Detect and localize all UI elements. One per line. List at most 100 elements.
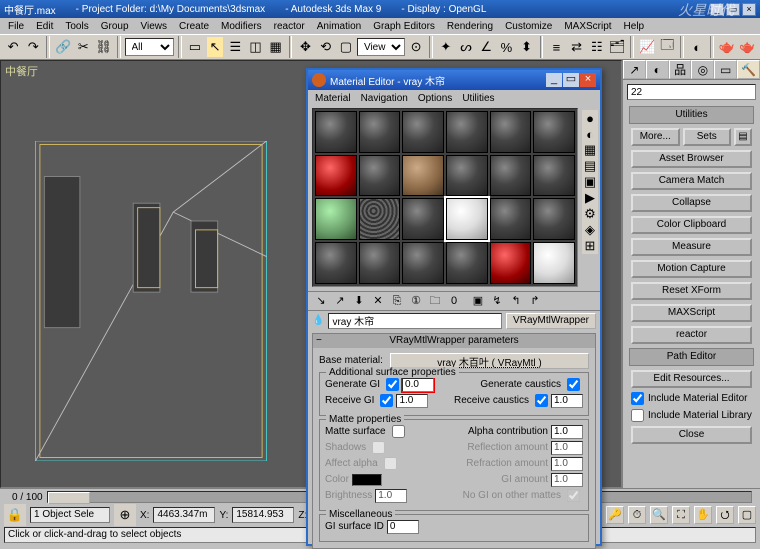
include-material-editor-checkbox[interactable] bbox=[631, 392, 644, 405]
window-crossing-icon[interactable]: ▦ bbox=[267, 36, 285, 58]
material-slot[interactable] bbox=[490, 155, 532, 197]
menu-file[interactable]: File bbox=[2, 21, 30, 32]
include-material-library-checkbox[interactable] bbox=[631, 409, 644, 422]
material-slot-selected[interactable] bbox=[446, 198, 488, 240]
make-unique-icon[interactable]: ① bbox=[407, 292, 425, 310]
camera-match-button[interactable]: Camera Match bbox=[631, 172, 752, 190]
material-slot[interactable] bbox=[533, 242, 575, 284]
material-slot[interactable] bbox=[315, 198, 357, 240]
material-type-button[interactable]: VRayMtlWrapper bbox=[506, 313, 596, 329]
manipulate-icon[interactable]: ✦ bbox=[437, 36, 455, 58]
color-clipboard-button[interactable]: Color Clipboard bbox=[631, 216, 752, 234]
put-to-lib-icon[interactable]: 🗀 bbox=[426, 292, 444, 310]
motion-capture-button[interactable]: Motion Capture bbox=[631, 260, 752, 278]
unlink-icon[interactable]: ✂ bbox=[74, 36, 92, 58]
more-button[interactable]: More... bbox=[631, 128, 680, 146]
make-copy-icon[interactable]: ⎘ bbox=[388, 292, 406, 310]
max-toggle-icon[interactable]: ▢ bbox=[738, 506, 756, 524]
tab-modify-icon[interactable]: ◐ bbox=[646, 60, 669, 79]
menu-animation[interactable]: Animation bbox=[311, 21, 367, 32]
alpha-contrib-spinner[interactable] bbox=[551, 425, 583, 439]
generate-gi-checkbox[interactable] bbox=[386, 378, 399, 391]
quick-render-icon[interactable]: 🫖 bbox=[738, 36, 756, 58]
make-preview-icon[interactable]: ▶ bbox=[582, 190, 598, 206]
receive-caustics-spinner[interactable] bbox=[551, 394, 583, 408]
material-slot[interactable] bbox=[315, 155, 357, 197]
undo-icon[interactable]: ↶ bbox=[4, 36, 22, 58]
patheditor-rollout-header[interactable]: Path Editor bbox=[629, 348, 754, 366]
slot-count-icon[interactable]: ⊞ bbox=[582, 238, 598, 254]
mateditor-maximize-button[interactable]: ▭ bbox=[563, 73, 579, 87]
align-icon[interactable]: ☷ bbox=[588, 36, 606, 58]
mateditor-titlebar[interactable]: Material Editor - vray 木帘 _ ▭ × bbox=[308, 70, 600, 90]
material-slot[interactable] bbox=[490, 111, 532, 153]
memenu-material[interactable]: Material bbox=[310, 93, 356, 104]
rotate-icon[interactable]: ⟲ bbox=[317, 36, 335, 58]
link-icon[interactable]: 🔗 bbox=[54, 36, 72, 58]
object-name-field[interactable] bbox=[627, 84, 756, 100]
receive-gi-spinner[interactable] bbox=[396, 394, 428, 408]
video-check-icon[interactable]: ▣ bbox=[582, 174, 598, 190]
scale-icon[interactable]: ▢ bbox=[337, 36, 355, 58]
tab-display-icon[interactable]: ▭ bbox=[714, 60, 737, 79]
gi-surface-id-spinner[interactable] bbox=[387, 520, 419, 534]
reset-map-icon[interactable]: ✕ bbox=[369, 292, 387, 310]
material-slot[interactable] bbox=[446, 111, 488, 153]
assign-icon[interactable]: ⬇ bbox=[350, 292, 368, 310]
y-field[interactable]: 15814.953 bbox=[232, 507, 294, 523]
key-mode-icon[interactable]: 🔑 bbox=[606, 506, 624, 524]
sets-config-icon[interactable]: ▤ bbox=[734, 128, 752, 146]
menu-help[interactable]: Help bbox=[618, 21, 651, 32]
close-button[interactable]: × bbox=[742, 3, 756, 16]
x-field[interactable]: 4463.347m bbox=[153, 507, 215, 523]
generate-caustics-checkbox[interactable] bbox=[567, 378, 580, 391]
material-slot[interactable] bbox=[315, 242, 357, 284]
put-to-scene-icon[interactable]: ↗ bbox=[331, 292, 349, 310]
angle-snap-icon[interactable]: ∠ bbox=[477, 36, 495, 58]
select-icon[interactable]: ▭ bbox=[186, 36, 204, 58]
edit-resources-button[interactable]: Edit Resources... bbox=[631, 370, 752, 388]
background-icon[interactable]: ▦ bbox=[582, 142, 598, 158]
menu-modifiers[interactable]: Modifiers bbox=[215, 21, 268, 32]
tab-motion-icon[interactable]: ◎ bbox=[691, 60, 714, 79]
material-slot[interactable] bbox=[359, 111, 401, 153]
spinner-snap-icon[interactable]: ⬍ bbox=[518, 36, 536, 58]
material-editor-icon[interactable]: ◐ bbox=[688, 36, 706, 58]
material-slot[interactable] bbox=[402, 155, 444, 197]
time-config-icon[interactable]: ⏱ bbox=[628, 506, 646, 524]
memenu-options[interactable]: Options bbox=[413, 93, 457, 104]
menu-tools[interactable]: Tools bbox=[59, 21, 94, 32]
measure-button[interactable]: Measure bbox=[631, 238, 752, 256]
material-name-field[interactable] bbox=[328, 313, 502, 329]
material-slot[interactable] bbox=[402, 242, 444, 284]
coord-toggle-icon[interactable]: ⊕ bbox=[114, 504, 136, 526]
menu-grapheditors[interactable]: Graph Editors bbox=[367, 21, 441, 32]
mat-id-icon[interactable]: 0 bbox=[445, 292, 463, 310]
material-slot[interactable] bbox=[359, 242, 401, 284]
material-slot[interactable] bbox=[490, 198, 532, 240]
material-slot[interactable] bbox=[490, 242, 532, 284]
bind-icon[interactable]: ⛓ bbox=[94, 36, 113, 58]
select-arrow-icon[interactable]: ↖ bbox=[206, 36, 224, 58]
arc-rotate-icon[interactable]: ⭯ bbox=[716, 506, 734, 524]
schematic-icon[interactable]: 🗔 bbox=[658, 36, 676, 58]
select-by-mat-icon[interactable]: ◈ bbox=[582, 222, 598, 238]
memenu-navigation[interactable]: Navigation bbox=[356, 93, 413, 104]
tab-utilities-icon[interactable]: 🔨 bbox=[737, 60, 760, 79]
lock-icon[interactable]: 🔒 bbox=[4, 504, 26, 526]
material-slot[interactable] bbox=[402, 198, 444, 240]
generate-gi-spinner[interactable] bbox=[402, 378, 434, 392]
mateditor-close-button[interactable]: × bbox=[580, 73, 596, 87]
material-slot[interactable] bbox=[359, 155, 401, 197]
menu-rendering[interactable]: Rendering bbox=[441, 21, 499, 32]
show-in-vp-icon[interactable]: ▣ bbox=[469, 292, 487, 310]
menu-create[interactable]: Create bbox=[173, 21, 215, 32]
sets-button[interactable]: Sets bbox=[683, 128, 732, 146]
pan-icon[interactable]: ✋ bbox=[694, 506, 712, 524]
move-icon[interactable]: ✥ bbox=[296, 36, 314, 58]
show-end-icon[interactable]: ↯ bbox=[488, 292, 506, 310]
zoom-icon[interactable]: 🔍 bbox=[650, 506, 668, 524]
sample-uv-icon[interactable]: ▤ bbox=[582, 158, 598, 174]
memenu-utilities[interactable]: Utilities bbox=[457, 93, 499, 104]
center-icon[interactable]: ⊙ bbox=[407, 36, 425, 58]
